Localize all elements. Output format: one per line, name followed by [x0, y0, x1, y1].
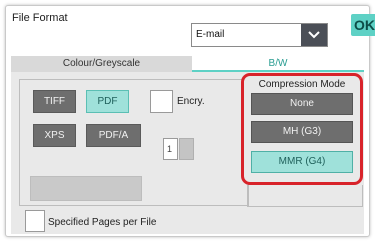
compression-none-button[interactable]: None [251, 93, 353, 115]
dialog-title: File Format [12, 12, 68, 24]
encryption-checkbox[interactable] [150, 90, 173, 113]
compression-group-border [247, 185, 363, 207]
file-type-group: TIFF PDF XPS PDF/A Encry. [19, 79, 249, 206]
pdf-button[interactable]: PDF [86, 90, 129, 113]
ok-button[interactable]: OK [351, 14, 375, 36]
disabled-setting-button [30, 176, 142, 201]
xps-button[interactable]: XPS [33, 124, 76, 147]
file-format-select-value: E-mail [196, 29, 225, 40]
pages-per-file-stepper[interactable] [179, 138, 194, 160]
file-format-select[interactable]: E-mail [191, 23, 328, 47]
pdfa-button[interactable]: PDF/A [86, 124, 141, 147]
tab-colour-greyscale[interactable]: Colour/Greyscale [11, 56, 192, 72]
tab-bw[interactable]: B/W [192, 56, 364, 72]
mode-tabs: Colour/Greyscale B/W [11, 56, 364, 72]
specified-pages-checkbox[interactable] [25, 210, 45, 232]
tiff-button[interactable]: TIFF [33, 90, 76, 113]
specified-pages-label: Specified Pages per File [48, 217, 157, 228]
compression-mmr-g4-button[interactable]: MMR (G4) [251, 151, 353, 173]
compression-mode-title: Compression Mode [258, 79, 346, 90]
encryption-label: Encry. [177, 96, 205, 107]
pages-per-file-input[interactable]: 1 [163, 138, 178, 160]
chevron-down-icon[interactable] [301, 24, 327, 46]
compression-mode-panel: Compression Mode None MH (G3) MMR (G4) [241, 73, 363, 185]
compression-mh-g3-button[interactable]: MH (G3) [251, 121, 353, 143]
